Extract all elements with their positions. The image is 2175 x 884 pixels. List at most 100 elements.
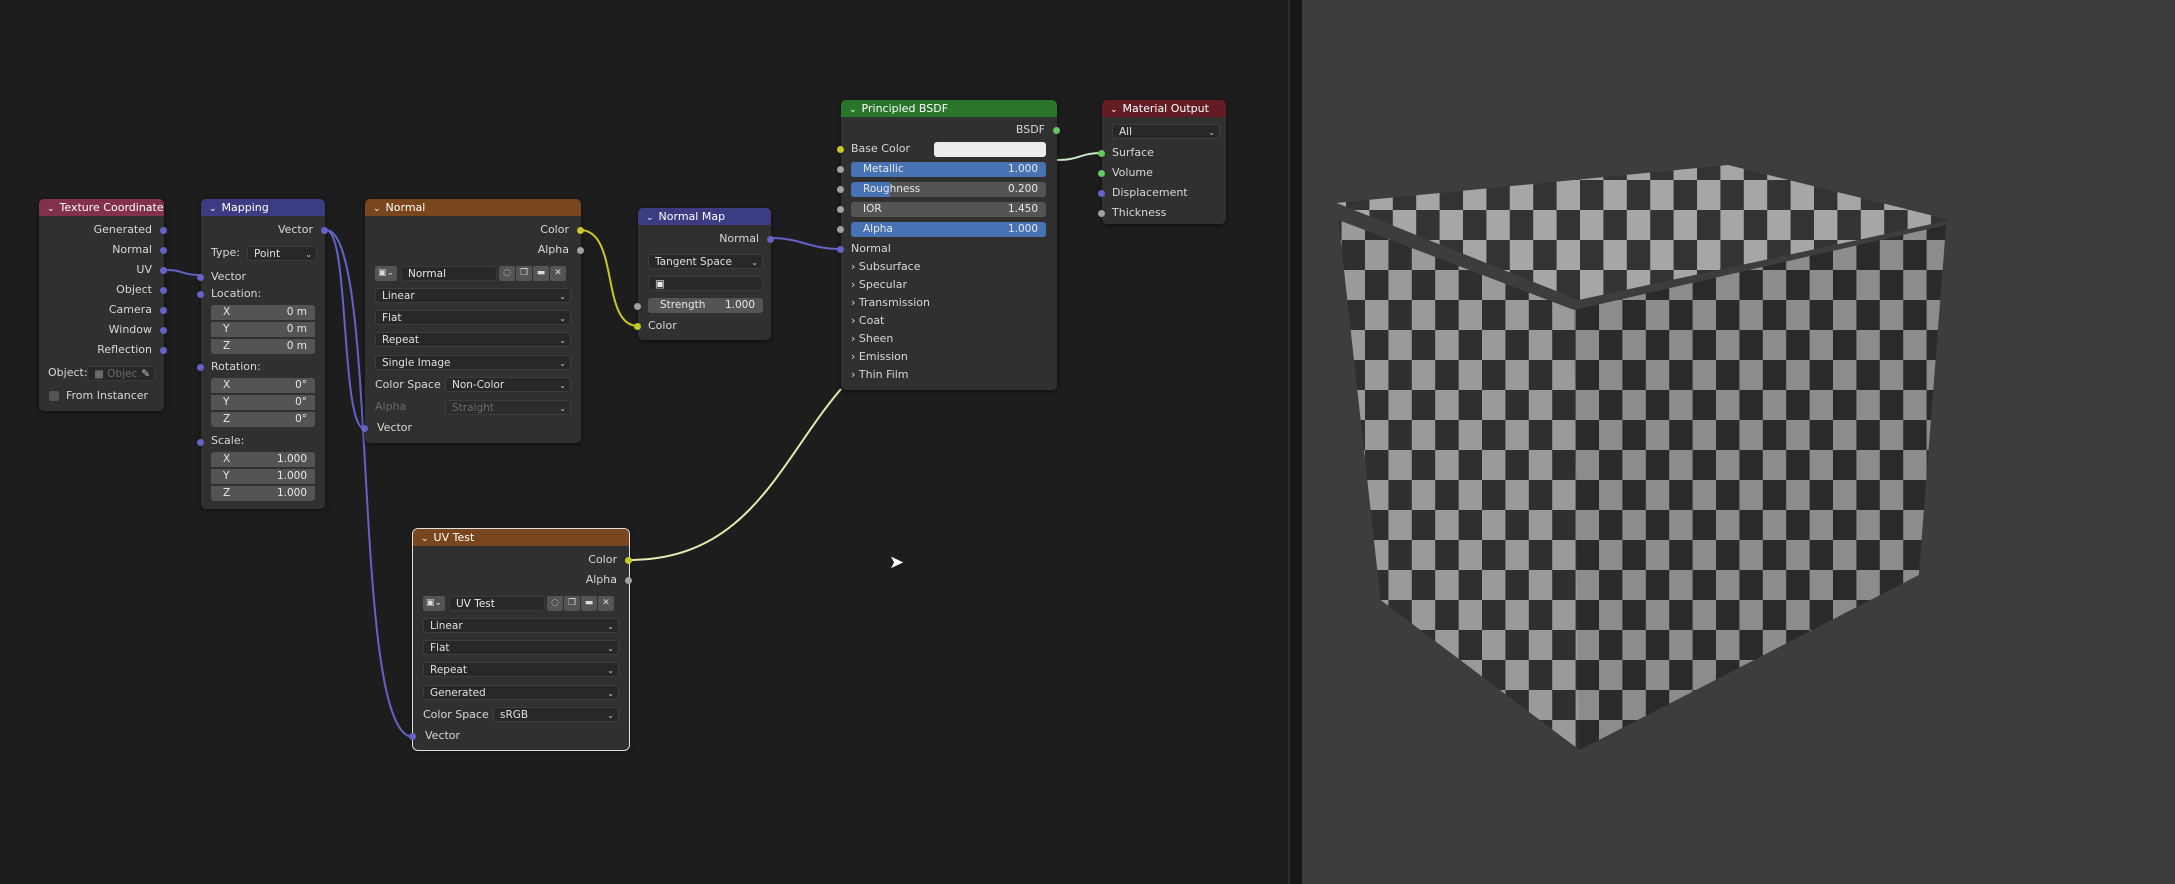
socket-thickness-in[interactable]: [1098, 210, 1105, 217]
panel-thin-film[interactable]: › Thin Film: [851, 367, 908, 383]
socket-alpha-out[interactable]: [625, 577, 632, 584]
collapse-chevron-icon[interactable]: ⌄: [373, 201, 381, 218]
socket-uv[interactable]: [160, 267, 167, 274]
rotation-y[interactable]: Y 0°: [211, 395, 315, 410]
interpolation-dropdown[interactable]: Linear ⌄: [423, 618, 619, 633]
socket-surface-in[interactable]: [1098, 150, 1105, 157]
collapse-chevron-icon[interactable]: ⌄: [47, 201, 55, 218]
socket-normal-out[interactable]: [767, 236, 774, 243]
close-icon[interactable]: ✕: [550, 266, 566, 281]
projection-dropdown[interactable]: Flat ⌄: [375, 310, 571, 325]
colorspace-dropdown[interactable]: Non-Color ⌄: [445, 377, 571, 392]
rotation-z[interactable]: Z 0°: [211, 412, 315, 427]
object-picker[interactable]: ■ Objec ✎: [87, 366, 155, 381]
panel-subsurface[interactable]: › Subsurface: [851, 259, 921, 275]
panel-specular[interactable]: › Specular: [851, 277, 907, 293]
normal-image-texture-node[interactable]: ⌄ Normal Color Alpha ▣⌄ Normal ◌ ❐ ▬ ✕ Li…: [361, 199, 584, 443]
socket-alpha-in[interactable]: [837, 226, 844, 233]
socket-ior-in[interactable]: [837, 206, 844, 213]
socket-bsdf-out[interactable]: [1053, 127, 1060, 134]
socket-object[interactable]: [160, 287, 167, 294]
socket-normal-in[interactable]: [837, 246, 844, 253]
socket-normal[interactable]: [160, 247, 167, 254]
panel-transmission[interactable]: › Transmission: [851, 295, 930, 311]
socket-metallic-in[interactable]: [837, 166, 844, 173]
panel-emission[interactable]: › Emission: [851, 349, 908, 365]
source-dropdown[interactable]: Generated ⌄: [423, 685, 619, 700]
location-y[interactable]: Y 0 m: [211, 322, 315, 337]
3d-viewport[interactable]: [1302, 0, 2175, 884]
socket-window[interactable]: [160, 327, 167, 334]
socket-alpha-out[interactable]: [577, 247, 584, 254]
colorspace-dropdown[interactable]: sRGB ⌄: [493, 707, 619, 722]
target-dropdown[interactable]: All ⌄: [1112, 124, 1220, 139]
socket-strength-in[interactable]: [634, 303, 641, 310]
socket-vector-in[interactable]: [409, 733, 416, 740]
socket-volume-in[interactable]: [1098, 170, 1105, 177]
node-header[interactable]: ⌄ Normal: [365, 199, 581, 216]
projection-dropdown[interactable]: Flat ⌄: [423, 640, 619, 655]
fake-user-shield-icon[interactable]: ◌: [547, 596, 563, 611]
socket-vector-out[interactable]: [321, 227, 328, 234]
collapse-chevron-icon[interactable]: ⌄: [421, 531, 429, 548]
socket-color-in[interactable]: [634, 323, 641, 330]
type-dropdown[interactable]: Point ⌄: [247, 246, 317, 261]
image-name-field[interactable]: Normal: [401, 266, 497, 281]
rotation-x[interactable]: X 0°: [211, 378, 315, 393]
extension-dropdown[interactable]: Repeat ⌄: [423, 662, 619, 677]
panel-coat[interactable]: › Coat: [851, 313, 884, 329]
collapse-chevron-icon[interactable]: ⌄: [1110, 102, 1118, 119]
location-x[interactable]: X 0 m: [211, 305, 315, 320]
duplicate-icon[interactable]: ❐: [564, 596, 580, 611]
alpha-slider[interactable]: Alpha 1.000: [851, 222, 1046, 237]
shader-node-editor[interactable]: ⌄ Texture Coordinate Generated Normal UV …: [0, 0, 1288, 884]
mapping-node[interactable]: ⌄ Mapping Vector Type: Point ⌄ Vector Loca…: [197, 199, 328, 509]
location-z[interactable]: Z 0 m: [211, 339, 315, 354]
socket-scale-in[interactable]: [197, 439, 204, 446]
basecolor-swatch[interactable]: [934, 142, 1046, 157]
node-header[interactable]: ⌄ Principled BSDF: [841, 100, 1057, 117]
eyedropper-icon[interactable]: ✎: [141, 367, 150, 380]
panel-sheen[interactable]: › Sheen: [851, 331, 893, 347]
image-browse-icon[interactable]: ▣⌄: [423, 596, 445, 611]
node-header[interactable]: ⌄ Normal Map: [638, 208, 771, 225]
socket-generated[interactable]: [160, 227, 167, 234]
socket-vector-in[interactable]: [197, 274, 204, 281]
ior-field[interactable]: IOR 1.450: [851, 202, 1046, 217]
open-folder-icon[interactable]: ▬: [533, 266, 549, 281]
roughness-slider[interactable]: Roughness 0.200: [851, 182, 1046, 197]
metallic-slider[interactable]: Metallic 1.000: [851, 162, 1046, 177]
interpolation-dropdown[interactable]: Linear ⌄: [375, 288, 571, 303]
collapse-chevron-icon[interactable]: ⌄: [209, 201, 217, 218]
collapse-chevron-icon[interactable]: ⌄: [849, 102, 857, 119]
duplicate-icon[interactable]: ❐: [516, 266, 532, 281]
uv-test-image-texture-node[interactable]: ⌄ UV Test Color Alpha ▣⌄ UV Test ◌ ❐ ▬ ✕ …: [409, 528, 632, 751]
material-output-node[interactable]: ⌄ Material Output All ⌄ Surface Volume Dis…: [1098, 100, 1226, 224]
image-name-field[interactable]: UV Test: [449, 596, 545, 611]
node-header[interactable]: ⌄ Material Output: [1102, 100, 1226, 117]
socket-basecolor-in[interactable]: [837, 146, 844, 153]
principled-bsdf-node[interactable]: ⌄ Principled BSDF BSDF Base Color Metalli…: [837, 100, 1060, 390]
from-instancer-checkbox[interactable]: [49, 391, 59, 401]
uv-map-field[interactable]: ▣: [648, 276, 763, 291]
scale-z[interactable]: Z 1.000: [211, 486, 315, 501]
socket-reflection[interactable]: [160, 347, 167, 354]
close-icon[interactable]: ✕: [598, 596, 614, 611]
socket-vector-in[interactable]: [361, 425, 368, 432]
socket-camera[interactable]: [160, 307, 167, 314]
socket-color-out[interactable]: [625, 557, 632, 564]
extension-dropdown[interactable]: Repeat ⌄: [375, 332, 571, 347]
node-header[interactable]: ⌄ UV Test: [413, 529, 629, 546]
socket-color-out[interactable]: [577, 227, 584, 234]
space-dropdown[interactable]: Tangent Space ⌄: [648, 254, 763, 269]
collapse-chevron-icon[interactable]: ⌄: [646, 210, 654, 227]
image-browse-icon[interactable]: ▣⌄: [375, 266, 397, 281]
socket-location-in[interactable]: [197, 291, 204, 298]
node-header[interactable]: ⌄ Mapping: [201, 199, 325, 216]
texture-coordinate-node[interactable]: ⌄ Texture Coordinate Generated Normal UV …: [39, 199, 167, 411]
source-dropdown[interactable]: Single Image ⌄: [375, 355, 571, 370]
strength-field[interactable]: Strength 1.000: [648, 298, 763, 313]
node-header[interactable]: ⌄ Texture Coordinate: [39, 199, 164, 216]
normal-map-node[interactable]: ⌄ Normal Map Normal Tangent Space ⌄ ▣ Stre…: [634, 208, 774, 340]
socket-rotation-in[interactable]: [197, 364, 204, 371]
